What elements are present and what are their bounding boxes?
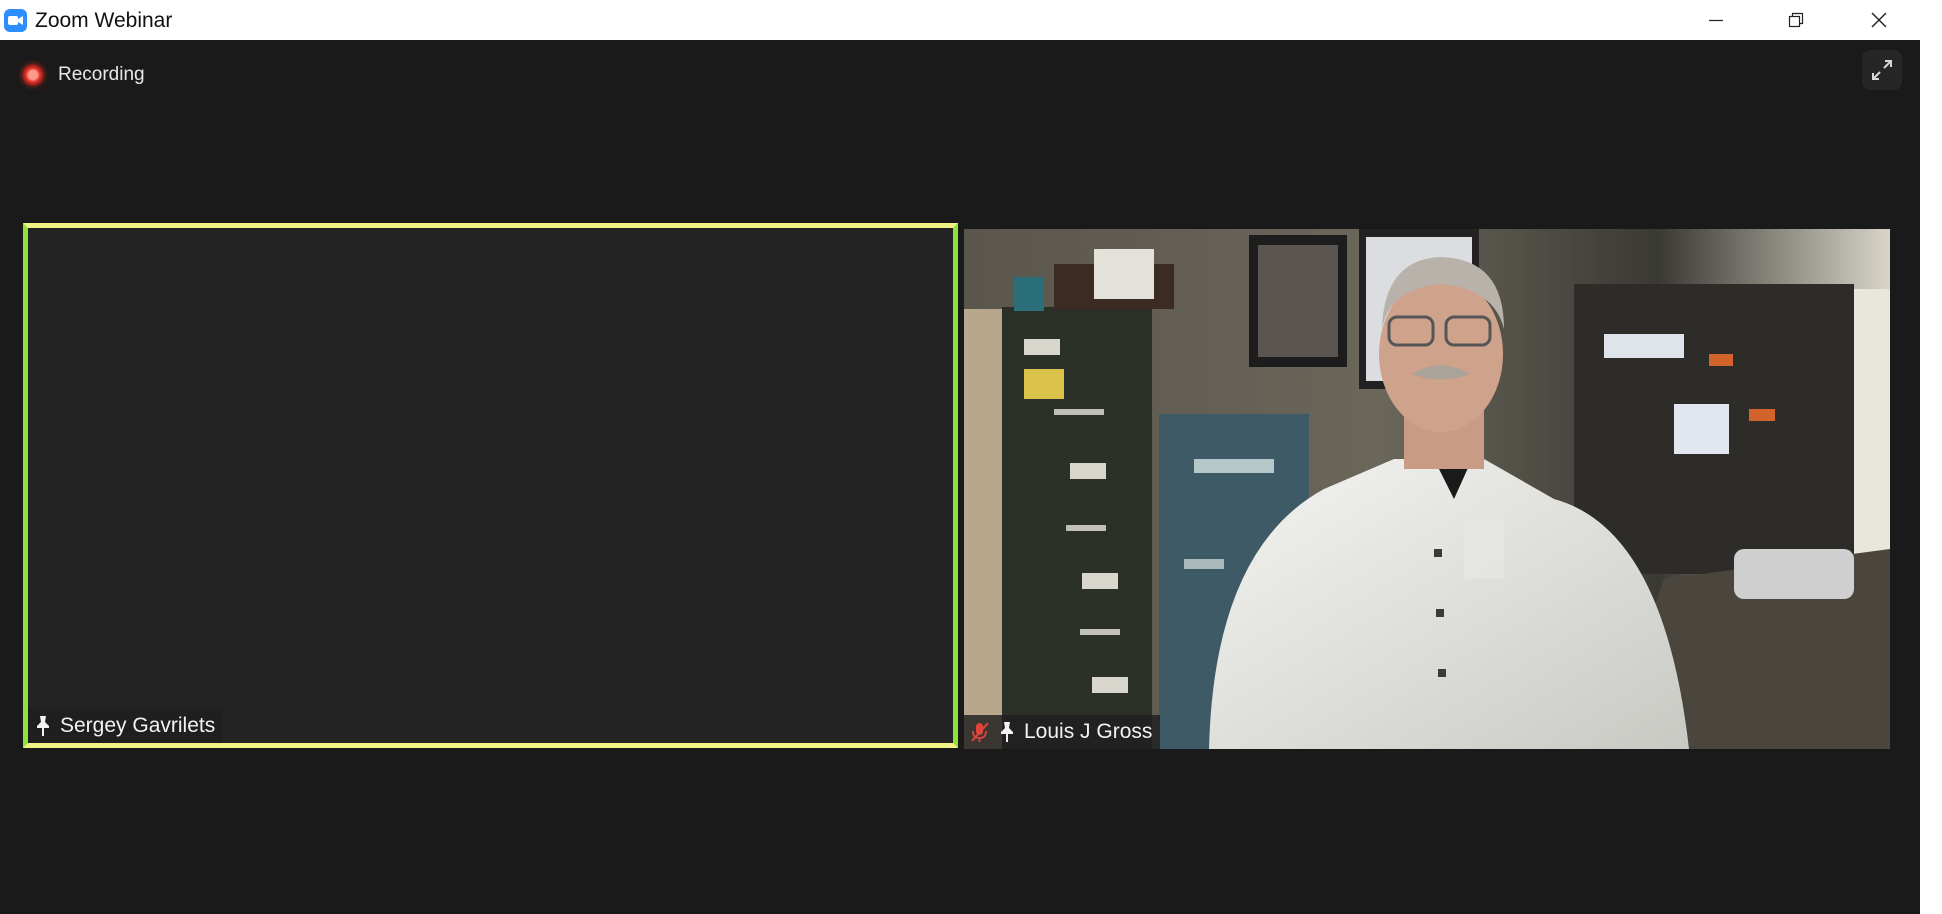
participant-name-plate: Sergey Gavrilets: [28, 709, 224, 743]
window-title: Zoom Webinar: [35, 9, 173, 32]
minimize-button[interactable]: [1676, 0, 1756, 40]
window-titlebar: Zoom Webinar: [0, 0, 1942, 41]
pin-icon: [34, 715, 52, 737]
minimize-icon: [1709, 19, 1723, 22]
pin-icon: [998, 721, 1016, 743]
meeting-stage: Recording Sergey Gavrilets Louis J Gross: [0, 40, 1920, 914]
participant-name: Louis J Gross: [1024, 720, 1153, 743]
recording-dot-icon: [22, 64, 44, 86]
recording-label: Recording: [58, 64, 145, 85]
restore-icon: [1788, 12, 1804, 28]
participant-video-feed: [964, 229, 1890, 749]
participant-tile-active-speaker[interactable]: Sergey Gavrilets: [23, 223, 958, 748]
close-button[interactable]: [1836, 0, 1922, 40]
zoom-app-icon: [4, 9, 27, 32]
participant-name: Sergey Gavrilets: [60, 714, 216, 737]
fullscreen-button[interactable]: [1862, 50, 1902, 90]
expand-icon: [1872, 60, 1892, 80]
participant-tile-video[interactable]: Louis J Gross: [964, 229, 1890, 749]
recording-indicator[interactable]: Recording: [22, 64, 145, 86]
restore-button[interactable]: [1756, 0, 1836, 40]
window-edge: [1920, 40, 1942, 914]
participant-name-plate: Louis J Gross: [964, 715, 1161, 749]
muted-mic-icon: [970, 721, 990, 743]
close-icon: [1871, 12, 1887, 28]
